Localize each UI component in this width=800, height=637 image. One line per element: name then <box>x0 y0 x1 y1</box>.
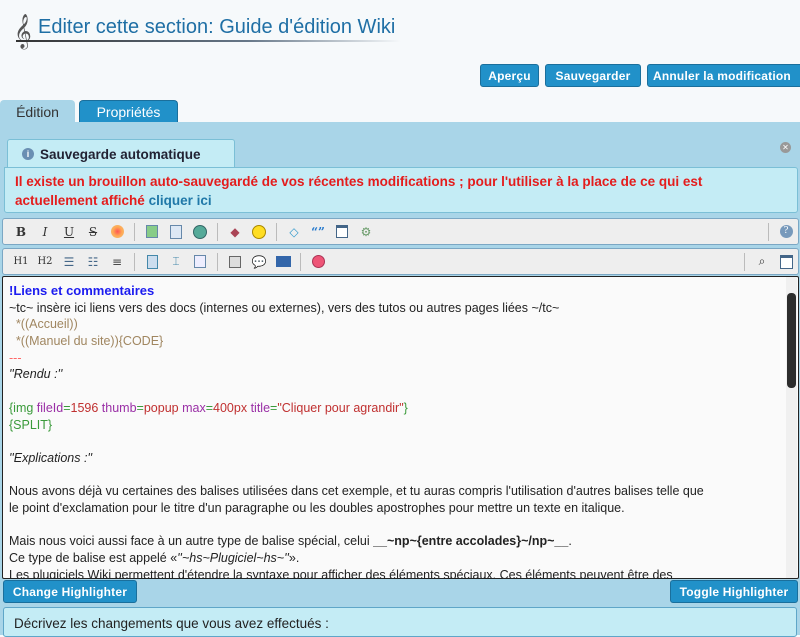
save-button[interactable]: Sauvegarder <box>545 64 641 87</box>
smiley-icon[interactable] <box>251 224 267 240</box>
editor-line: Nous avons déjà vu certaines des balises… <box>9 484 704 499</box>
numbered-list-icon[interactable]: ☷ <box>85 254 101 270</box>
separator <box>276 222 277 241</box>
wiki-editor-textarea[interactable]: !Liens et commentaires ~tc~ insère ici l… <box>2 276 799 579</box>
editor-line: le point d'exclamation pour le titre d'u… <box>9 500 625 515</box>
restore-draft-link[interactable]: cliquer ici <box>149 193 212 208</box>
link-icon[interactable] <box>192 224 208 240</box>
code-icon[interactable]: ◇ <box>286 224 302 240</box>
preview-button[interactable]: Aperçu <box>480 64 539 87</box>
page-icon[interactable] <box>144 254 160 270</box>
close-icon[interactable]: ✕ <box>780 142 791 153</box>
file-gallery-icon[interactable] <box>168 224 184 240</box>
separator <box>217 252 218 271</box>
comment-icon[interactable]: 💬 <box>251 254 267 270</box>
bullet-list-icon[interactable]: ☰ <box>61 254 77 270</box>
toolbar-row-2: H1 H2 ☰ ☷ ≡ ⌶ 💬 ⌕ <box>2 248 799 275</box>
autosave-title: Sauvegarde automatique <box>40 146 201 162</box>
separator <box>217 222 218 241</box>
separator <box>300 252 301 271</box>
separator <box>134 222 135 241</box>
tab-properties[interactable]: Propriétés <box>79 100 178 123</box>
heading2-icon[interactable]: H2 <box>37 254 53 270</box>
editor-line: Les plugiciels Wiki permettent d'étendre… <box>9 567 673 579</box>
editor-line: Mais nous voici aussi face à un autre ty… <box>9 534 572 549</box>
page-break-icon[interactable]: ⌶ <box>168 254 184 270</box>
edit-description-section: Décrivez les changements que vous avez e… <box>3 607 797 637</box>
align-icon[interactable]: ≡ <box>109 254 125 270</box>
editor-scrollbar[interactable] <box>786 277 797 578</box>
plugin-icon[interactable]: ⚙ <box>358 224 374 240</box>
editor-line: *((Accueil)) <box>9 317 78 332</box>
description-label: Décrivez les changements que vous avez e… <box>14 616 329 631</box>
separator <box>744 252 745 271</box>
toolbar-row-1: B I U S ◆ ◇ “” ⚙ ? <box>2 218 799 245</box>
image-icon[interactable] <box>144 224 160 240</box>
treble-clef-icon: 𝄞 <box>14 14 32 49</box>
italic-icon[interactable]: I <box>37 224 53 240</box>
color-palette-icon[interactable] <box>109 224 125 240</box>
find-replace-icon[interactable]: ⌕ <box>754 254 770 270</box>
editor-line: {img fileId=1596 thumb=popup max=400px t… <box>9 400 408 415</box>
special-char-icon[interactable] <box>310 254 326 270</box>
box-icon[interactable] <box>334 224 350 240</box>
autosave-header: i Sauvegarde automatique <box>7 139 235 168</box>
separator <box>768 222 769 241</box>
tab-edition[interactable]: Édition <box>0 100 75 123</box>
editor-line: ''Rendu :'' <box>9 367 63 382</box>
separator <box>134 252 135 271</box>
heading1-icon[interactable]: H1 <box>13 254 29 270</box>
table-icon[interactable] <box>192 254 208 270</box>
editor-line: Ce type de balise est appelé «''~hs~Plug… <box>9 551 300 565</box>
title-underline <box>16 40 401 42</box>
editor-line: ~tc~ insère ici liens vers des docs (int… <box>9 300 560 315</box>
info-icon: i <box>22 148 34 160</box>
cancel-button[interactable]: Annuler la modification <box>647 64 800 87</box>
toggle-highlighter-button[interactable]: Toggle Highlighter <box>670 580 798 603</box>
bold-icon[interactable]: B <box>13 224 29 240</box>
page-title: Editer cette section: Guide d'édition Wi… <box>38 16 396 38</box>
split-icon[interactable] <box>227 254 243 270</box>
editor-line: --- <box>9 350 22 365</box>
strikethrough-icon[interactable]: S <box>85 224 101 240</box>
editor-line: ''Explications :'' <box>9 450 93 465</box>
autosave-message: Il existe un brouillon auto-sauvegardé d… <box>4 167 798 213</box>
cube-icon[interactable]: ◆ <box>227 224 243 240</box>
editor-line: {SPLIT} <box>9 417 53 432</box>
html-icon[interactable] <box>275 254 291 270</box>
autosave-text: Il existe un brouillon auto-sauvegardé d… <box>15 174 703 208</box>
quote-icon[interactable]: “” <box>310 224 326 240</box>
fullscreen-icon[interactable] <box>778 254 794 270</box>
help-icon[interactable]: ? <box>778 224 794 240</box>
change-highlighter-button[interactable]: Change Highlighter <box>3 580 137 603</box>
editor-line: !Liens et commentaires <box>9 283 155 298</box>
underline-icon[interactable]: U <box>61 224 77 240</box>
editor-line: *((Manuel du site)){CODE} <box>9 334 164 349</box>
scrollbar-thumb[interactable] <box>787 293 796 388</box>
page-header: 𝄞 Editer cette section: Guide d'édition … <box>14 12 414 49</box>
